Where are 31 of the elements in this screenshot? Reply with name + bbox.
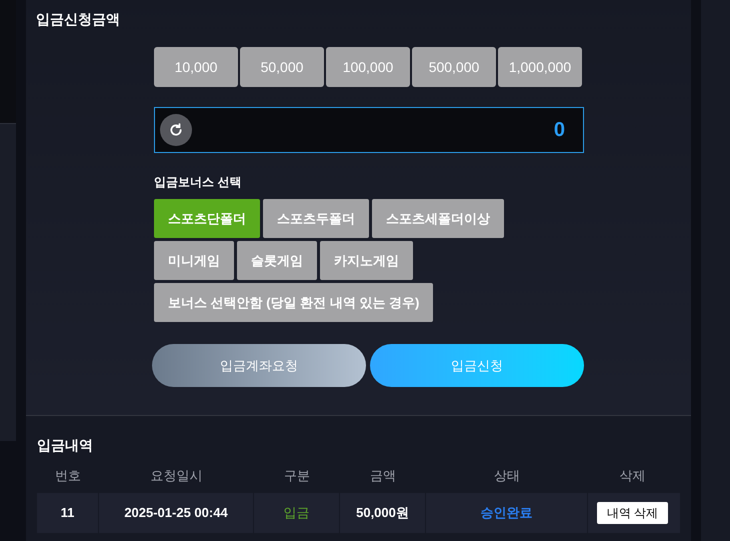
amount-button[interactable]: 500,000 xyxy=(412,47,496,87)
action-button[interactable]: 입금계좌요청 xyxy=(152,344,366,387)
section-title: 입금내역 xyxy=(37,436,94,455)
column-header: 번호 xyxy=(54,467,82,486)
bonus-option[interactable]: 스포츠세폴더이상 xyxy=(372,199,504,238)
amount-button[interactable]: 50,000 xyxy=(240,47,324,87)
table-cell: 11 xyxy=(37,493,99,533)
column-header: 상태 xyxy=(493,467,521,486)
delete-button[interactable]: 내역 삭제 xyxy=(596,502,668,524)
amount-field[interactable]: 0 xyxy=(154,107,584,153)
bonus-option[interactable]: 슬롯게임 xyxy=(237,241,317,280)
column-header: 구분 xyxy=(283,467,311,486)
table-cell: 입금 xyxy=(254,493,340,533)
column-header: 금액 xyxy=(369,467,397,486)
table-cell: 50,000원 xyxy=(340,493,426,533)
bonus-option[interactable]: 보너스 선택안함 (당일 환전 내역 있는 경우) xyxy=(154,283,434,322)
table-cell: 승인완료 xyxy=(426,493,588,533)
bonus-option[interactable]: 스포츠두폴더 xyxy=(263,199,369,238)
bonus-option[interactable]: 미니게임 xyxy=(154,241,234,280)
amount-button[interactable]: 1,000,000 xyxy=(498,47,582,87)
bonus-option[interactable]: 카지노게임 xyxy=(320,241,413,280)
bonus-option[interactable]: 스포츠단폴더 xyxy=(154,199,260,238)
column-header: 요청일시 xyxy=(150,467,204,486)
amount-button[interactable]: 10,000 xyxy=(154,47,238,87)
refresh-icon xyxy=(169,123,183,137)
section-title: 입금신청금액 xyxy=(36,10,121,29)
amount-button[interactable]: 100,000 xyxy=(326,47,410,87)
column-header: 삭제 xyxy=(618,467,646,486)
bonus-label: 입금보너스 선택 xyxy=(154,174,242,191)
table-cell: 2025-01-25 00:44 xyxy=(99,493,254,533)
action-button[interactable]: 입금신청 xyxy=(370,344,584,387)
